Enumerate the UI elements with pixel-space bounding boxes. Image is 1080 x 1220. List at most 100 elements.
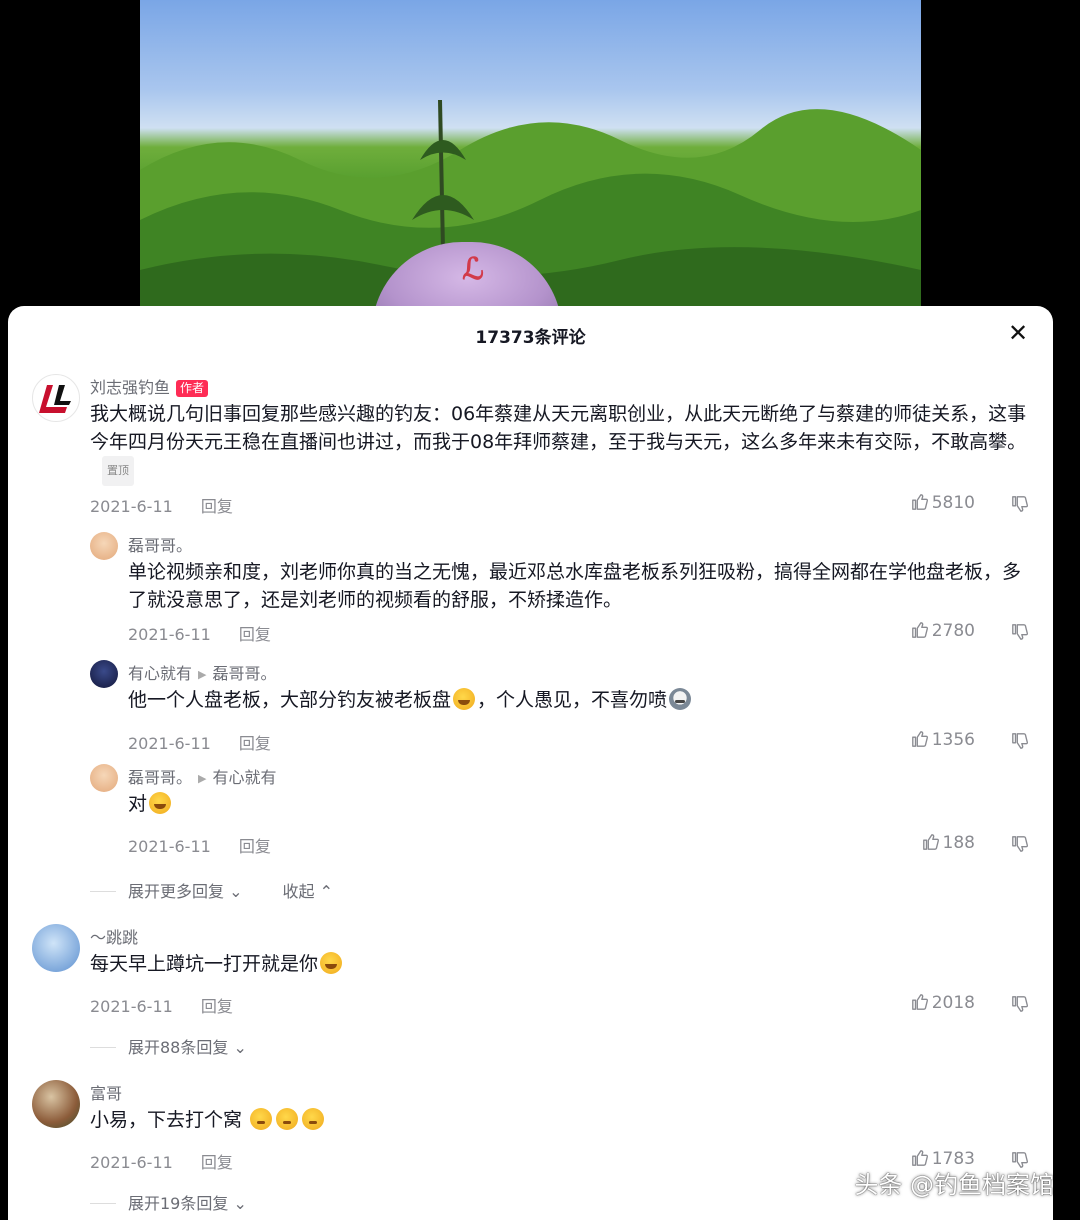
comment-date: 2021-6-11 xyxy=(90,1153,173,1172)
avatar[interactable] xyxy=(90,764,118,792)
reply-author[interactable]: 有心就有 xyxy=(128,664,192,683)
comment-body: 我大概说几句旧事回复那些感兴趣的钓友：06年蔡建从天元离职创业，从此天元断绝了与… xyxy=(90,400,1035,486)
thumbs-up-icon xyxy=(911,731,928,747)
like-button[interactable]: 1356 xyxy=(911,730,975,750)
reply-text: 对 xyxy=(128,793,148,815)
comment-text: 每天早上蹲坑一打开就是你 xyxy=(90,953,319,975)
thinking-emoji-icon xyxy=(250,1108,273,1130)
comment-date: 2021-6-11 xyxy=(90,997,173,1016)
cap-logo-icon: ℒ xyxy=(462,253,484,286)
reply-button[interactable]: 回复 xyxy=(239,734,271,753)
reply-username[interactable]: 磊哥哥。 xyxy=(128,532,192,556)
dislike-button[interactable] xyxy=(1011,995,1029,1017)
author-badge: 作者 xyxy=(176,380,209,397)
close-icon[interactable]: ✕ xyxy=(1005,320,1031,346)
like-button[interactable]: 5810 xyxy=(911,493,975,513)
comment-meta: 2021-6-11 回复 xyxy=(90,493,233,517)
reply-expander: 展开更多回复 ⌄ 收起 ⌃ xyxy=(90,878,333,902)
reply-button[interactable]: 回复 xyxy=(239,837,271,856)
thumbs-down-icon xyxy=(1012,836,1028,852)
expand-replies-button[interactable]: 展开88条回复 ⌄ xyxy=(128,1038,247,1057)
comment-body: 每天早上蹲坑一打开就是你 xyxy=(90,950,1035,978)
like-button[interactable]: 2018 xyxy=(911,993,975,1013)
avatar[interactable] xyxy=(32,1080,80,1128)
avatar[interactable] xyxy=(32,924,80,972)
divider xyxy=(90,891,116,892)
comment-meta: 2021-6-11 回复 xyxy=(90,1149,233,1173)
expand-replies-button[interactable]: 展开19条回复 ⌄ xyxy=(128,1194,247,1213)
divider xyxy=(90,1203,116,1204)
reply-date: 2021-6-11 xyxy=(128,734,211,753)
comment-username[interactable]: 刘志强钓鱼 作者 xyxy=(90,374,209,398)
collapse-button[interactable]: 收起 ⌃ xyxy=(283,882,334,901)
chevron-down-icon: ⌄ xyxy=(229,882,243,901)
thumbs-down-icon xyxy=(1012,996,1028,1012)
reply-date: 2021-6-11 xyxy=(128,837,211,856)
reply-username[interactable]: 磊哥哥。 ▶ 有心就有 xyxy=(128,764,277,788)
reply-target[interactable]: 磊哥哥。 xyxy=(212,664,276,683)
thumbs-up-icon xyxy=(911,494,928,510)
thinking-emoji-icon xyxy=(276,1108,299,1130)
like-button[interactable]: 2780 xyxy=(911,621,975,641)
comment-username[interactable]: 富哥 xyxy=(90,1080,122,1104)
like-count: 2780 xyxy=(931,621,975,641)
expand-more-label[interactable]: 展开更多回复 xyxy=(128,882,224,901)
dislike-button[interactable] xyxy=(1011,495,1029,517)
thumbs-up-icon xyxy=(911,994,928,1010)
thumbs-up-icon xyxy=(922,834,939,850)
comment-text: 我大概说几句旧事回复那些感兴趣的钓友：06年蔡建从天元离职创业，从此天元断绝了与… xyxy=(90,403,1027,453)
reply-meta: 2021-6-11 回复 xyxy=(128,833,271,857)
reply-date: 2021-6-11 xyxy=(128,625,211,644)
comment-date: 2021-6-11 xyxy=(90,497,173,516)
reply-arrow-icon: ▶ xyxy=(198,668,207,681)
reply-expander: 展开19条回复 ⌄ xyxy=(90,1190,247,1214)
watermark: 头条 @钓鱼档案馆 xyxy=(854,1171,1054,1199)
collapse-label[interactable]: 收起 xyxy=(283,882,315,901)
reply-button[interactable]: 回复 xyxy=(201,997,233,1016)
dislike-button[interactable] xyxy=(1011,623,1029,645)
thumbs-down-icon xyxy=(1012,496,1028,512)
reply-body: 对 xyxy=(128,790,1028,818)
divider xyxy=(90,1047,116,1048)
like-count: 1356 xyxy=(931,730,975,750)
video-background: ℒ xyxy=(140,0,921,320)
like-count: 2018 xyxy=(931,993,975,1013)
thinking-emoji-icon xyxy=(302,1108,325,1130)
like-button[interactable]: 188 xyxy=(922,833,975,853)
chevron-up-icon: ⌃ xyxy=(319,882,334,901)
expand-88-label[interactable]: 展开88条回复 xyxy=(128,1038,228,1057)
reply-author[interactable]: 磊哥哥。 xyxy=(128,768,192,787)
reply-button[interactable]: 回复 xyxy=(201,1153,233,1172)
avatar[interactable] xyxy=(90,532,118,560)
reply-text: 他一个人盘老板，大部分钓友被老板盘 xyxy=(128,689,452,711)
expand-more-replies-button[interactable]: 展开更多回复 ⌄ xyxy=(128,882,243,901)
reply-username[interactable]: 有心就有 ▶ 磊哥哥。 xyxy=(128,660,277,684)
username-text[interactable]: 刘志强钓鱼 xyxy=(90,378,170,397)
comment-sheet: 17373条评论 ✕ 刘志强钓鱼 作者 我大概说几句旧事回复那些感兴趣的钓友：06… xyxy=(8,306,1053,1220)
avatar[interactable] xyxy=(32,374,80,422)
laughing-emoji-icon xyxy=(320,952,343,974)
like-count: 188 xyxy=(942,833,975,853)
dislike-button[interactable] xyxy=(1011,835,1029,857)
avatar[interactable] xyxy=(90,660,118,688)
reply-meta: 2021-6-11 回复 xyxy=(128,621,271,645)
reply-meta: 2021-6-11 回复 xyxy=(128,730,271,754)
reply-button[interactable]: 回复 xyxy=(239,625,271,644)
comment-text: 小易，下去打个窝 xyxy=(90,1109,243,1131)
sheet-header: 17373条评论 ✕ xyxy=(8,306,1053,362)
thumbs-up-icon xyxy=(911,622,928,638)
reply-target[interactable]: 有心就有 xyxy=(212,768,276,787)
expand-19-label[interactable]: 展开19条回复 xyxy=(128,1194,228,1213)
comment-body: 小易，下去打个窝 xyxy=(90,1106,1035,1134)
reply-body: 单论视频亲和度，刘老师你真的当之无愧，最近邓总水库盘老板系列狂吸粉，搞得全网都在… xyxy=(128,561,1022,611)
thumbs-down-icon xyxy=(1012,733,1028,749)
dislike-button[interactable] xyxy=(1011,732,1029,754)
comment-username[interactable]: ～跳跳 xyxy=(90,924,138,948)
laughing-emoji-icon xyxy=(149,792,172,814)
laughing-emoji-icon xyxy=(453,688,476,710)
chevron-down-icon: ⌄ xyxy=(233,1038,247,1057)
reply-expander: 展开88条回复 ⌄ xyxy=(90,1034,247,1058)
comment-count-title: 17373条评论 xyxy=(475,328,586,348)
reply-button[interactable]: 回复 xyxy=(201,497,233,516)
author-logo-icon xyxy=(39,385,71,413)
